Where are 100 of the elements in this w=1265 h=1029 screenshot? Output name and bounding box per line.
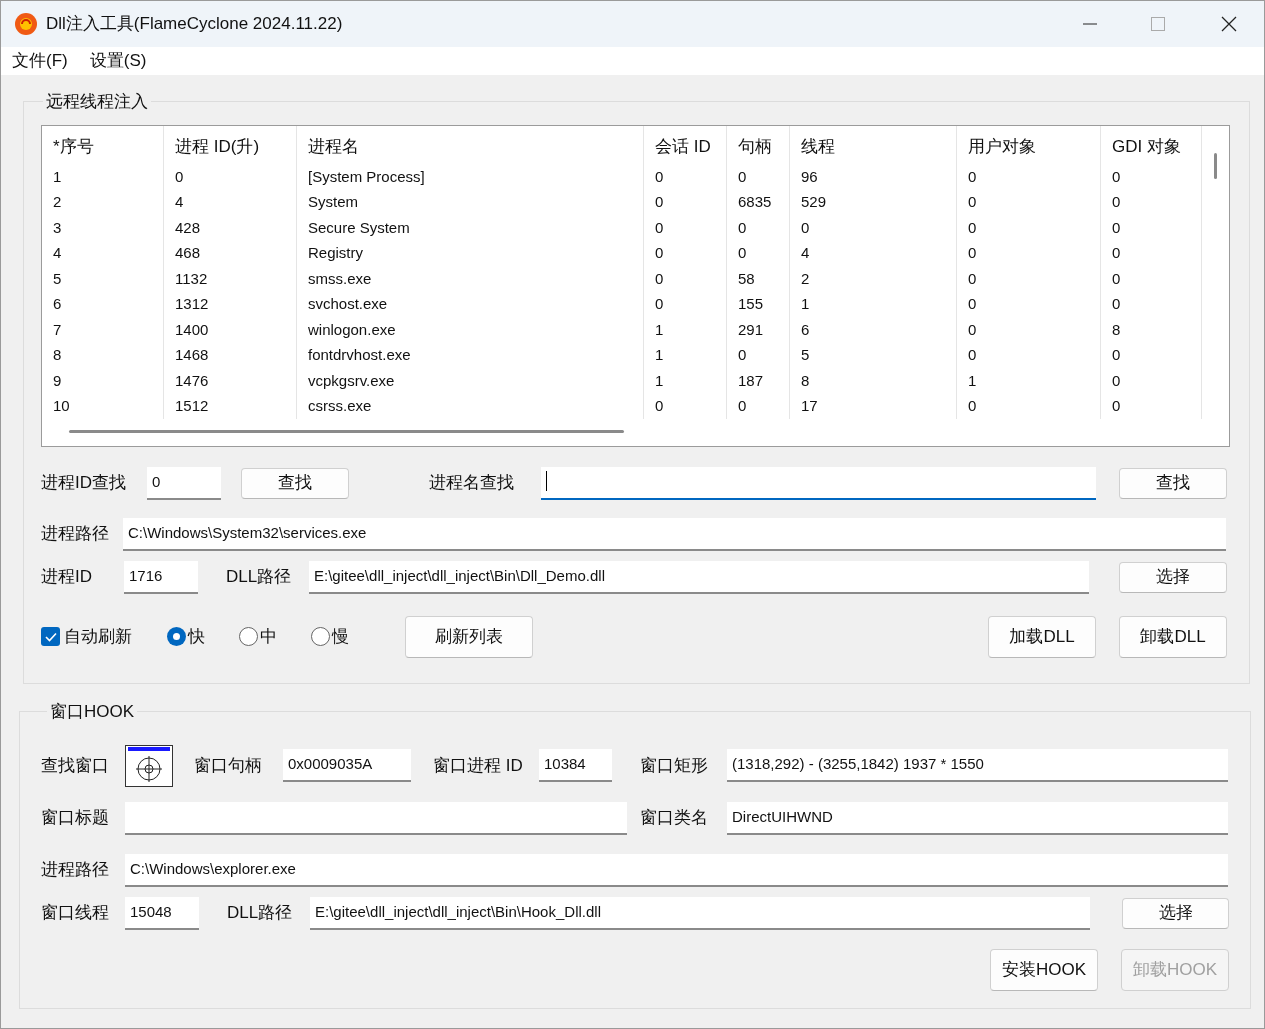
- table-cell: 0: [1101, 265, 1202, 291]
- field-label: 进程名查找: [429, 472, 515, 495]
- table-cell: 2: [790, 265, 957, 291]
- horizontal-scrollbar[interactable]: [69, 429, 624, 433]
- table-cell: 10: [42, 393, 164, 419]
- radio-button[interactable]: [167, 627, 186, 646]
- table-cell: 8: [790, 367, 957, 393]
- table-cell: 0: [957, 316, 1101, 342]
- flame-logo-icon: [14, 12, 38, 36]
- push-button[interactable]: 查找: [241, 467, 349, 499]
- field-label: 进程ID: [41, 566, 93, 589]
- table-cell: 0: [1101, 240, 1202, 266]
- input-field[interactable]: 15048: [125, 896, 199, 930]
- radio-label[interactable]: 快: [188, 623, 205, 650]
- table-cell: 4: [42, 240, 164, 266]
- input-field[interactable]: E:\gitee\dll_inject\dll_inject\Bin\Hook_Dll.dll: [310, 896, 1090, 930]
- table-cell: 5: [790, 342, 957, 368]
- table-cell: 0: [1101, 163, 1202, 189]
- close-icon[interactable]: [1221, 16, 1237, 32]
- table-cell: 1400: [164, 316, 297, 342]
- table-cell: 0: [957, 214, 1101, 240]
- push-button[interactable]: 卸载DLL: [1119, 615, 1227, 658]
- field-label: 窗口类名: [640, 807, 709, 830]
- column-header[interactable]: 进程 ID(升): [164, 125, 297, 164]
- table-cell: 9: [42, 367, 164, 393]
- push-button[interactable]: 选择: [1119, 561, 1227, 593]
- table-cell: winlogon.exe: [297, 316, 644, 342]
- table-cell: 0: [957, 291, 1101, 317]
- table-cell: vcpkgsrv.exe: [297, 367, 644, 393]
- table-cell: 428: [164, 214, 297, 240]
- input-field[interactable]: 0x0009035A: [283, 749, 411, 782]
- table-cell: 0: [644, 189, 727, 215]
- menu-item[interactable]: 文件(F): [12, 48, 68, 74]
- table-cell: 6: [42, 291, 164, 317]
- radio-button[interactable]: [239, 627, 258, 646]
- input-field[interactable]: DirectUIHWND: [727, 801, 1228, 835]
- table-cell: 0: [164, 163, 297, 189]
- field-label: DLL路径: [226, 566, 293, 589]
- table-cell: 1: [644, 316, 727, 342]
- radio-button[interactable]: [311, 627, 330, 646]
- radio-label[interactable]: 中: [260, 623, 277, 650]
- table-cell: svchost.exe: [297, 291, 644, 317]
- radio-label[interactable]: 慢: [332, 623, 349, 650]
- group-title: 远程线程注入: [45, 91, 149, 113]
- column-header[interactable]: 句柄: [727, 125, 790, 164]
- checkbox-label[interactable]: 自动刷新: [64, 623, 167, 650]
- field-label: 窗口线程: [41, 902, 110, 925]
- table-cell: 6835: [727, 189, 790, 215]
- table-cell: 4: [790, 240, 957, 266]
- table-cell: 3: [42, 214, 164, 240]
- column-header[interactable]: *序号: [42, 125, 164, 164]
- column-header[interactable]: 进程名: [297, 125, 644, 164]
- table-cell: 0: [1101, 393, 1202, 419]
- table-cell: 96: [790, 163, 957, 189]
- table-cell: 1132: [164, 265, 297, 291]
- table-cell: 0: [644, 265, 727, 291]
- field-label: 进程ID查找: [41, 472, 127, 495]
- input-field[interactable]: C:\Windows\System32\services.exe: [123, 517, 1226, 551]
- column-header[interactable]: 线程: [790, 125, 957, 164]
- field-label: 窗口句柄: [194, 754, 263, 777]
- window-title: Dll注入工具(FlameCyclone 2024.11.22): [46, 13, 343, 36]
- crosshair-target-icon[interactable]: [125, 744, 173, 787]
- table-cell: 1: [644, 367, 727, 393]
- table-cell: 187: [727, 367, 790, 393]
- table-cell: 1512: [164, 393, 297, 419]
- push-button[interactable]: 加载DLL: [988, 615, 1096, 658]
- table-cell: 2: [42, 189, 164, 215]
- input-field[interactable]: E:\gitee\dll_inject\dll_inject\Bin\Dll_Demo.dll: [309, 560, 1089, 594]
- table-cell: 0: [644, 291, 727, 317]
- table-cell: 0: [957, 189, 1101, 215]
- table-cell: smss.exe: [297, 265, 644, 291]
- input-field[interactable]: C:\Windows\explorer.exe: [125, 853, 1228, 887]
- table-cell: 1476: [164, 367, 297, 393]
- field-label: 进程路径: [41, 859, 110, 882]
- input-field[interactable]: [125, 801, 627, 835]
- push-button[interactable]: 查找: [1119, 467, 1227, 499]
- push-button[interactable]: 安装HOOK: [990, 948, 1098, 991]
- table-cell: 0: [644, 214, 727, 240]
- text-cursor: [546, 470, 547, 491]
- vertical-scrollbar[interactable]: [1214, 152, 1217, 179]
- checkmark-icon: [44, 631, 57, 642]
- column-header[interactable]: GDI 对象: [1101, 125, 1202, 164]
- column-header[interactable]: 会话 ID: [644, 125, 727, 164]
- table-cell: 17: [790, 393, 957, 419]
- table-cell: fontdrvhost.exe: [297, 342, 644, 368]
- checkbox[interactable]: [41, 627, 60, 646]
- menu-item[interactable]: 设置(S): [89, 48, 147, 74]
- table-cell: 1468: [164, 342, 297, 368]
- table-cell: csrss.exe: [297, 393, 644, 419]
- input-field[interactable]: 0: [147, 466, 221, 500]
- table-cell: 0: [1101, 342, 1202, 368]
- input-field[interactable]: 10384: [539, 749, 612, 782]
- push-button[interactable]: 选择: [1122, 897, 1229, 929]
- table-cell: 529: [790, 189, 957, 215]
- input-field[interactable]: (1318,292) - (3255,1842) 1937 * 1550: [727, 749, 1228, 782]
- column-header[interactable]: 用户对象: [957, 125, 1101, 164]
- input-field[interactable]: [541, 466, 1096, 500]
- field-label: 窗口矩形: [640, 754, 709, 777]
- push-button[interactable]: 刷新列表: [405, 615, 533, 658]
- input-field[interactable]: 1716: [124, 560, 198, 594]
